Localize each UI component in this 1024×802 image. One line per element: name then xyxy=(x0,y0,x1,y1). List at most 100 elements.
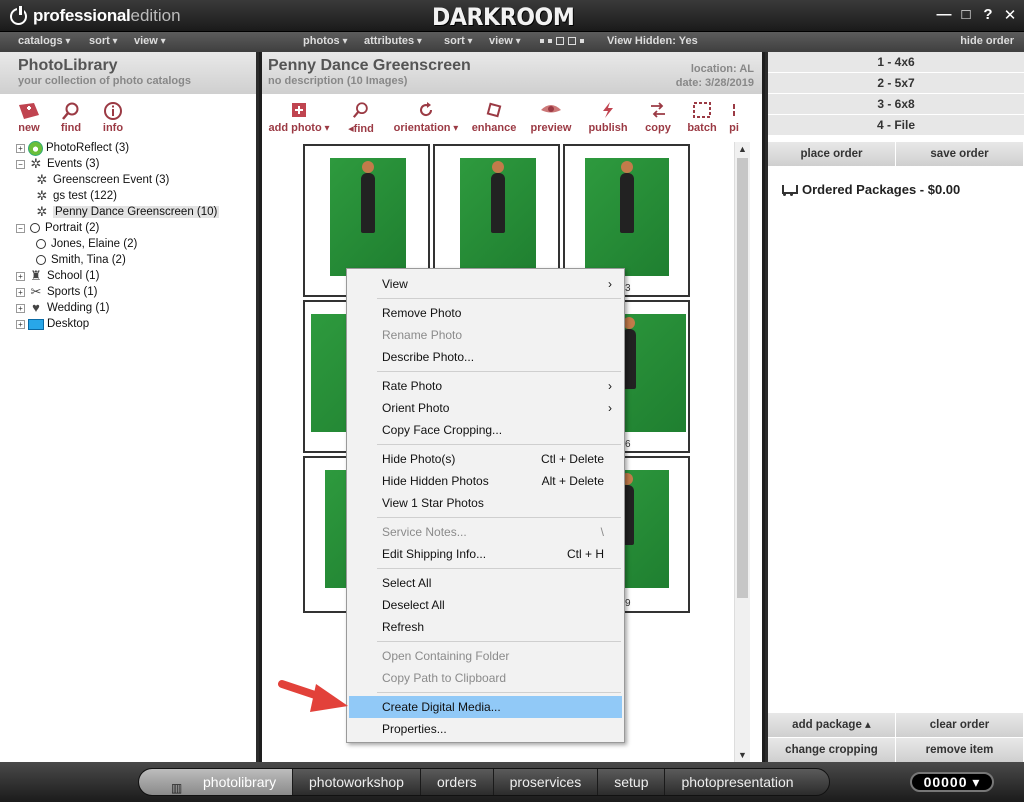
place-order-button[interactable]: place order xyxy=(768,142,896,166)
catalogs-menu[interactable]: catalogs xyxy=(18,35,70,47)
size-item[interactable]: 1 - 4x6 xyxy=(768,52,1024,73)
tree-item-wedding[interactable]: + ♥ Wedding (1) xyxy=(16,300,219,316)
maximize-icon[interactable]: □ xyxy=(958,6,974,24)
power-icon[interactable] xyxy=(10,5,27,25)
tree-item-smith-tina[interactable]: Smith, Tina (2) xyxy=(16,252,219,268)
tab-photolibrary[interactable]: ▥ photolibrary xyxy=(139,769,293,795)
tab-photopresentation[interactable]: photopresentation xyxy=(665,769,809,795)
add-package-button[interactable]: add package ▴ xyxy=(768,713,896,737)
menu-item-label: Rename Photo xyxy=(382,328,463,342)
scroll-up-icon[interactable]: ▲ xyxy=(738,144,747,154)
grid-scrollbar[interactable]: ▲ ▼ xyxy=(734,142,750,762)
menu-item-view[interactable]: View › xyxy=(349,273,622,295)
menu-item-create-digital-media[interactable]: Create Digital Media... xyxy=(349,696,622,718)
expand-toggle[interactable]: + xyxy=(16,303,25,313)
expand-toggle[interactable]: + xyxy=(16,319,25,329)
collapse-toggle[interactable]: − xyxy=(16,223,25,233)
expand-toggle[interactable]: + xyxy=(16,143,25,153)
job-counter[interactable]: 00000 ▾ xyxy=(910,772,994,792)
tree-item-school[interactable]: + ♜ School (1) xyxy=(16,268,219,284)
view-hidden-toggle[interactable]: View Hidden: Yes xyxy=(607,35,698,47)
menu-item-view-1-star[interactable]: View 1 Star Photos xyxy=(349,492,622,514)
collapse-toggle[interactable]: − xyxy=(16,159,25,169)
menu-item-shortcut: \ xyxy=(600,525,604,539)
menu-item-properties[interactable]: Properties... xyxy=(349,718,622,740)
enhance-button[interactable]: enhance xyxy=(466,98,522,138)
tree-item-sports[interactable]: + ✂ Sports (1) xyxy=(16,284,219,300)
menu-item-label: Refresh xyxy=(382,620,425,634)
batch-icon xyxy=(692,98,712,122)
change-cropping-button[interactable]: change cropping xyxy=(768,738,896,762)
menu-item-orient-photo[interactable]: Orient Photo › xyxy=(349,397,622,419)
find-photo-text: find xyxy=(353,123,374,135)
menu-item-copy-face-cropping[interactable]: Copy Face Cropping... xyxy=(349,419,622,441)
tree-item-photoreflect[interactable]: + PhotoReflect (3) xyxy=(16,140,219,156)
scroll-down-icon[interactable]: ▼ xyxy=(738,750,747,760)
tree-item-gs-test[interactable]: ✲ gs test (122) xyxy=(16,188,219,204)
tree-item-jones-elaine[interactable]: Jones, Elaine (2) xyxy=(16,236,219,252)
tree-label: Portrait (2) xyxy=(45,222,100,234)
submenu-arrow-icon: › xyxy=(608,401,612,415)
print-sizes-list: 1 - 4x6 2 - 5x7 3 - 6x8 4 - File xyxy=(768,52,1024,136)
size-item[interactable]: 2 - 5x7 xyxy=(768,73,1024,94)
hide-order-button[interactable]: hide order xyxy=(960,35,1014,47)
add-photo-button[interactable]: add photo xyxy=(262,98,336,138)
library-subtitle: your collection of photo catalogs xyxy=(18,75,191,87)
more-tools-button[interactable]: pi xyxy=(724,98,744,138)
remove-item-button[interactable]: remove item xyxy=(896,738,1024,762)
menu-item-refresh[interactable]: Refresh xyxy=(349,616,622,638)
tab-proservices[interactable]: proservices xyxy=(494,769,599,795)
close-icon[interactable]: ✕ xyxy=(1002,6,1018,24)
clear-order-button[interactable]: clear order xyxy=(896,713,1024,737)
library-header: PhotoLibrary your collection of photo ca… xyxy=(0,52,256,94)
find-photo-button[interactable]: ◂find xyxy=(336,98,386,138)
photolibrary-icon: ▥ xyxy=(171,781,183,795)
copy-button[interactable]: copy xyxy=(636,98,680,138)
info-button[interactable]: info xyxy=(96,100,130,134)
tree-item-desktop[interactable]: + Desktop xyxy=(16,316,219,332)
new-catalog-button[interactable]: new xyxy=(12,100,46,134)
save-order-button[interactable]: save order xyxy=(896,142,1024,166)
view-menu[interactable]: view xyxy=(134,35,166,47)
tree-item-events[interactable]: − ✲ Events (3) xyxy=(16,156,219,172)
menu-item-select-all[interactable]: Select All xyxy=(349,572,622,594)
preview-button[interactable]: preview xyxy=(522,98,580,138)
batch-button[interactable]: batch xyxy=(680,98,724,138)
tree-item-greenscreen-event[interactable]: ✲ Greenscreen Event (3) xyxy=(16,172,219,188)
scrollbar-thumb[interactable] xyxy=(737,158,748,598)
orientation-button[interactable]: orientation xyxy=(386,98,466,138)
find-catalog-button[interactable]: find xyxy=(54,100,88,134)
portrait-icon xyxy=(30,223,40,233)
expand-toggle[interactable]: + xyxy=(16,287,25,297)
sort-photos-menu[interactable]: sort xyxy=(444,35,473,47)
tab-orders[interactable]: orders xyxy=(421,769,494,795)
tree-item-penny-dance[interactable]: ✲ Penny Dance Greenscreen (10) xyxy=(16,204,220,220)
view-photos-menu[interactable]: view xyxy=(489,35,521,47)
expand-toggle[interactable]: + xyxy=(16,271,25,281)
logo-light: edition xyxy=(130,6,181,25)
tab-setup[interactable]: setup xyxy=(598,769,666,795)
menu-item-describe-photo[interactable]: Describe Photo... xyxy=(349,346,622,368)
view-size-toggles[interactable] xyxy=(540,37,584,45)
publish-button[interactable]: publish xyxy=(580,98,636,138)
subject-figure xyxy=(620,161,634,233)
minimize-icon[interactable]: — xyxy=(936,6,952,24)
tree-label: Wedding (1) xyxy=(47,302,110,314)
size-item[interactable]: 3 - 6x8 xyxy=(768,94,1024,115)
menu-item-hide-photos[interactable]: Hide Photo(s) Ctl + Delete xyxy=(349,448,622,470)
tree-item-portrait[interactable]: − Portrait (2) xyxy=(16,220,219,236)
menu-item-hide-hidden-photos[interactable]: Hide Hidden Photos Alt + Delete xyxy=(349,470,622,492)
attributes-menu[interactable]: attributes xyxy=(364,35,422,47)
help-icon[interactable]: ? xyxy=(980,6,996,24)
menu-item-rate-photo[interactable]: Rate Photo › xyxy=(349,375,622,397)
size-item[interactable]: 4 - File xyxy=(768,115,1024,136)
photos-menu[interactable]: photos xyxy=(303,35,347,47)
tab-photoworkshop[interactable]: photoworkshop xyxy=(293,769,421,795)
photo-toolbar: add photo ◂find orientation enhance prev… xyxy=(262,98,762,138)
menu-item-remove-photo[interactable]: Remove Photo xyxy=(349,302,622,324)
photo-label: 9 xyxy=(625,598,631,609)
menu-item-edit-shipping[interactable]: Edit Shipping Info... Ctl + H xyxy=(349,543,622,565)
sort-menu[interactable]: sort xyxy=(89,35,118,47)
menu-item-deselect-all[interactable]: Deselect All xyxy=(349,594,622,616)
overflow-icon xyxy=(732,98,736,122)
